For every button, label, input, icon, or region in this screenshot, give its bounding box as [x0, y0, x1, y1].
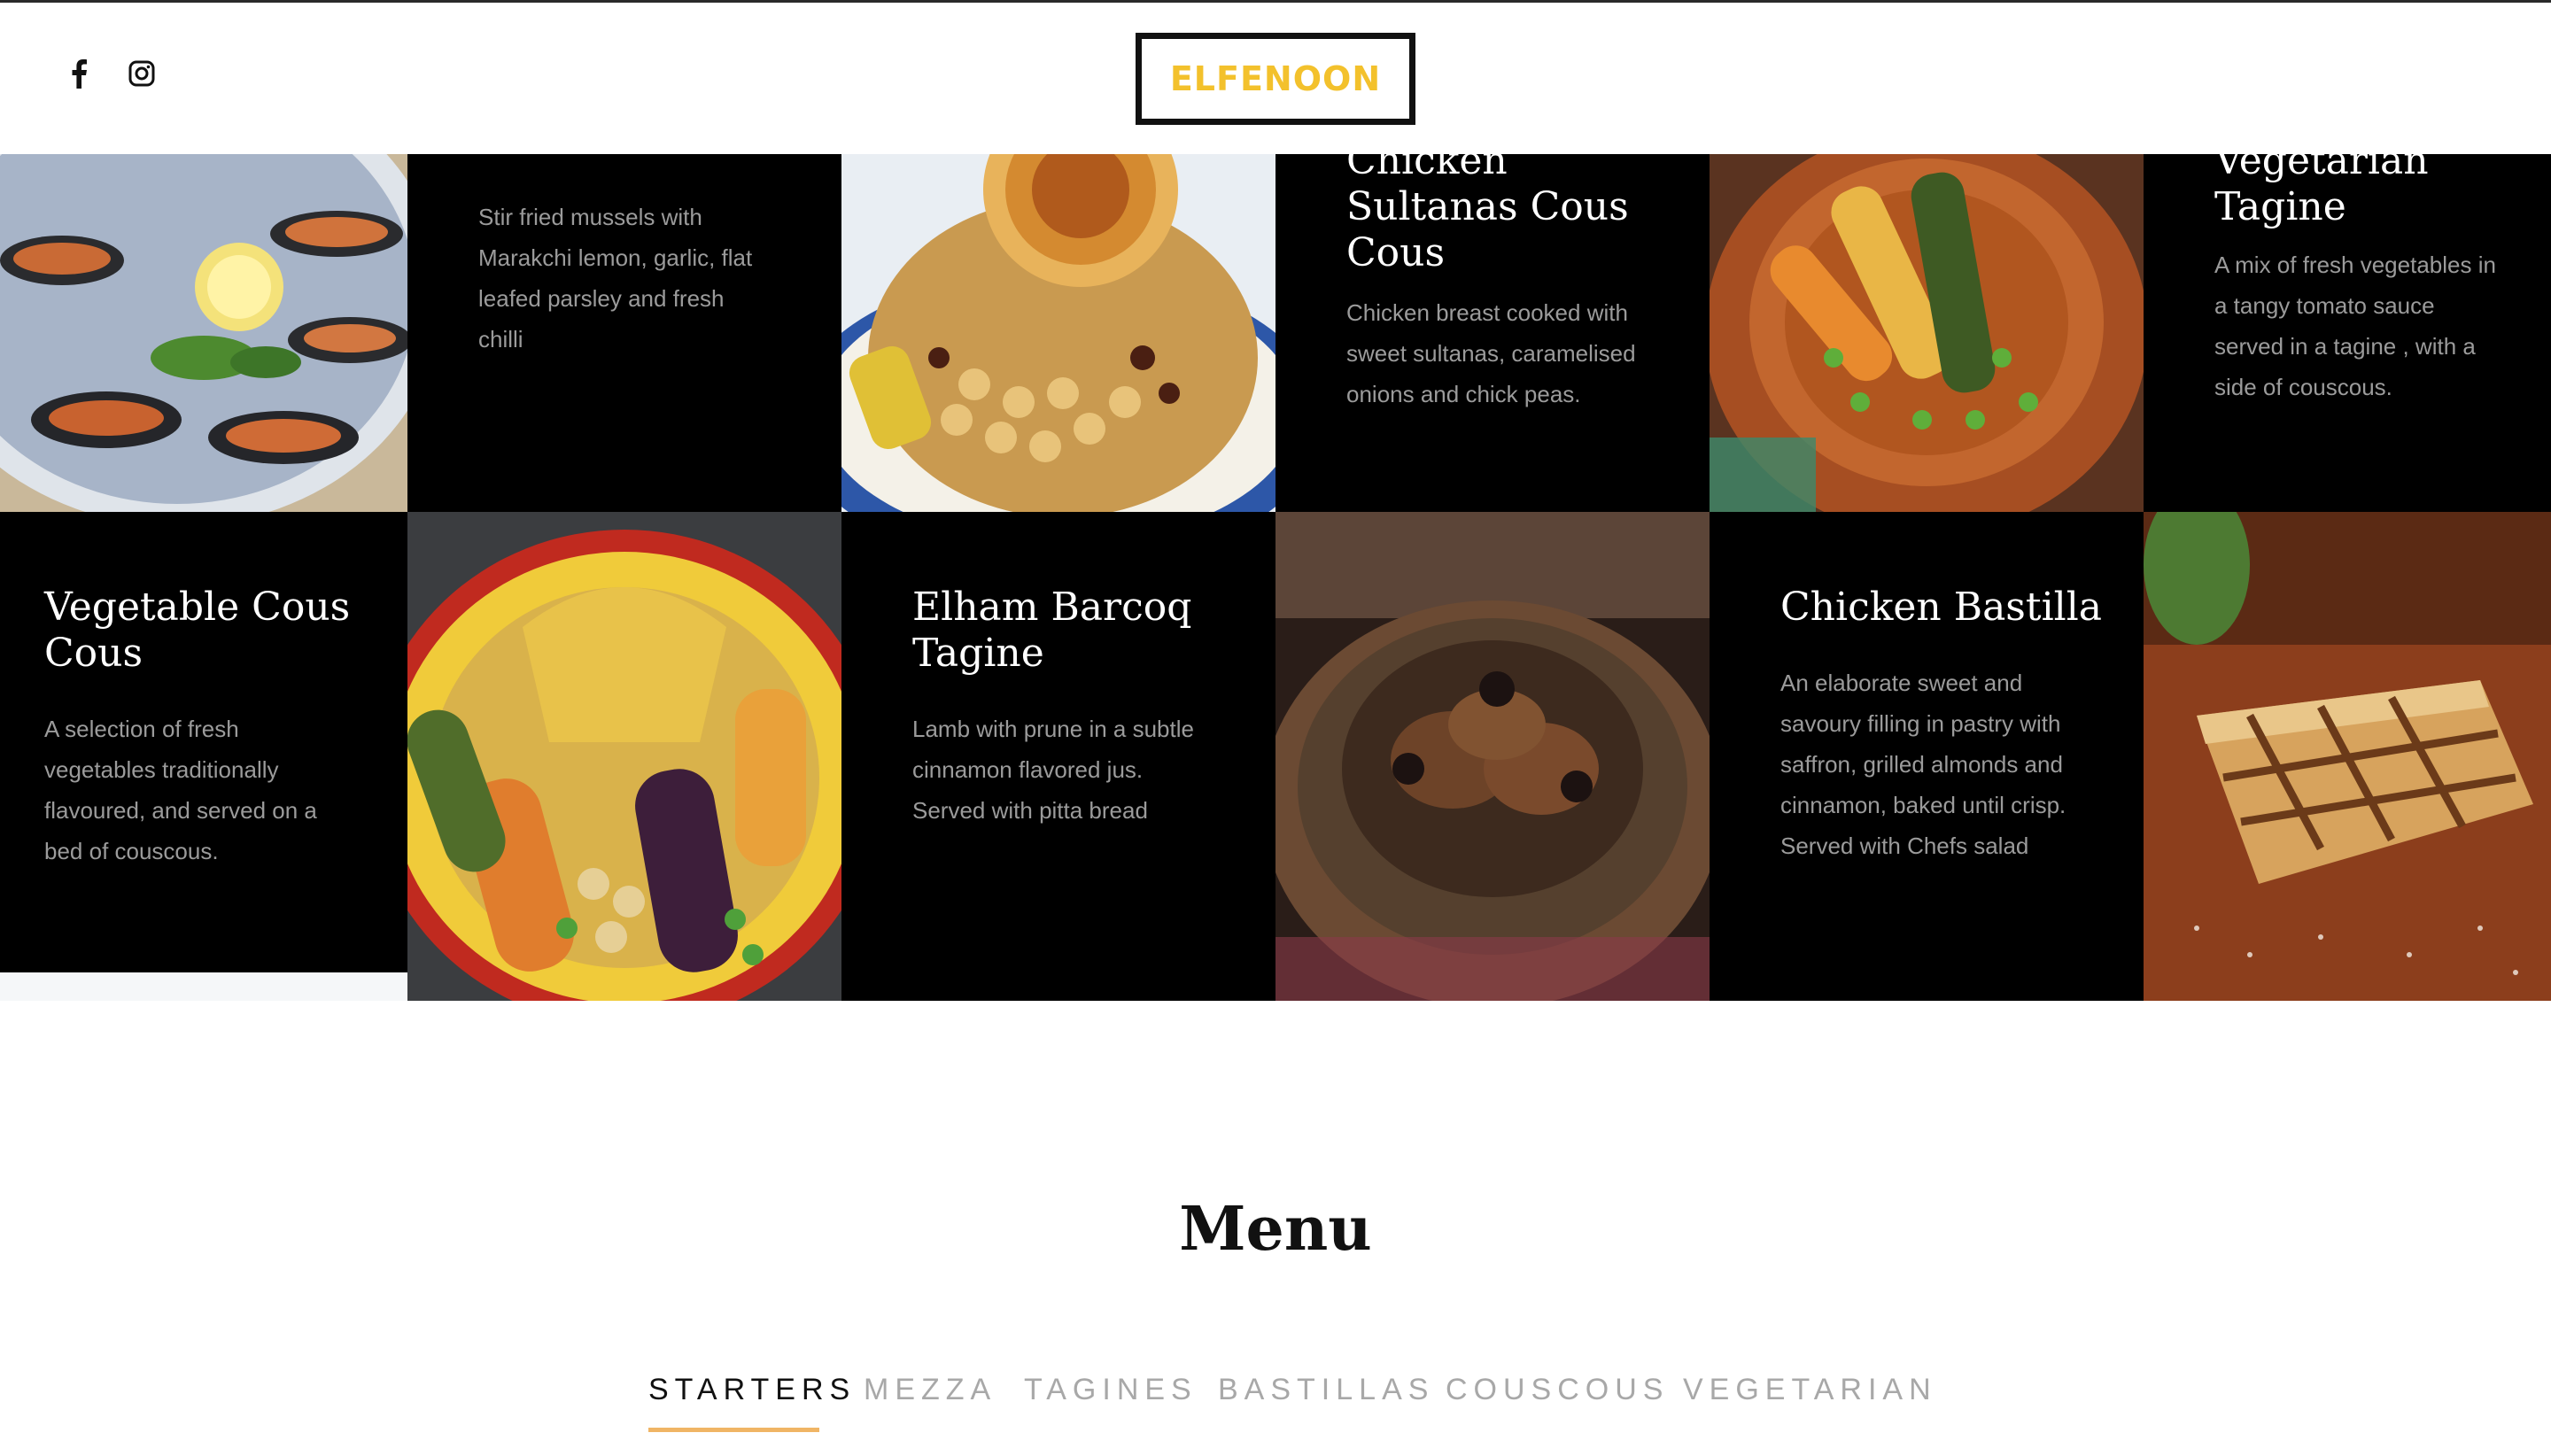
site-header: ELFENOON — [0, 3, 2551, 154]
logo-text: ELFENOON — [1169, 59, 1382, 98]
facebook-icon — [72, 59, 87, 89]
dish-photo-chicken-sultanas — [841, 154, 1276, 512]
tab-vegetarian[interactable]: VEGETARIAN — [1683, 1373, 1937, 1407]
tab-starters[interactable]: STARTERS — [648, 1373, 856, 1407]
dish-photo-chicken-bastilla — [2144, 512, 2551, 1001]
active-tab-underline — [648, 1428, 819, 1432]
brand-logo[interactable]: ELFENOON — [1136, 33, 1415, 125]
dish-card-vegetable-cous-cous[interactable]: Vegetable Cous Cous A selection of fresh… — [0, 512, 407, 972]
tab-tagines[interactable]: TAGINES — [1024, 1373, 1198, 1407]
menu-section-title: Menu — [1179, 1194, 1372, 1265]
dish-title: Chicken Sultanas Cous Cous — [1346, 154, 1629, 275]
dish-description: An elaborate sweet and savoury filling i… — [1780, 670, 2066, 859]
dish-photo-vegetable-cous-cous — [407, 512, 841, 1001]
dish-title: Mussels — [478, 154, 639, 161]
instagram-icon — [128, 60, 155, 87]
dish-description: A selection of fresh vegetables traditio… — [44, 716, 317, 864]
dish-description: Stir fried mussels with Marakchi lemon, … — [478, 204, 753, 352]
dish-title: Khadra Vegetarian Tagine — [2214, 154, 2429, 229]
facebook-link[interactable] — [63, 58, 95, 89]
dish-title: Chicken Bastilla — [1780, 585, 2103, 630]
dish-description: A mix of fresh vegetables in a tangy tom… — [2214, 252, 2496, 400]
dish-card-elham-barcoq-tagine[interactable]: Elham Barcoq Tagine Lamb with prune in a… — [841, 512, 1276, 1001]
tab-bastillas[interactable]: BASTILLAS — [1218, 1373, 1434, 1407]
dish-card-chicken-sultanas[interactable]: Chicken Sultanas Cous Cous Chicken breas… — [1276, 154, 1710, 512]
dish-photo-elham-barcoq-tagine — [1276, 512, 1710, 1001]
dish-grid: Mussels Stir fried mussels with Marakchi… — [0, 154, 2551, 1001]
grid-gap — [0, 972, 407, 1001]
dish-title: Elham Barcoq Tagine — [912, 585, 1192, 676]
dish-card-mussels[interactable]: Mussels Stir fried mussels with Marakchi… — [407, 154, 841, 512]
tab-mezza[interactable]: MEZZA — [864, 1373, 996, 1407]
dish-description: Chicken breast cooked with sweet sultana… — [1346, 299, 1636, 407]
dish-photo-vegetarian-tagine — [1710, 154, 2144, 512]
instagram-link[interactable] — [126, 58, 158, 89]
dish-photo-mussels — [0, 154, 407, 512]
dish-title: Vegetable Cous Cous — [44, 585, 351, 676]
dish-description: Lamb with prune in a subtle cinnamon fla… — [912, 716, 1194, 824]
dish-card-vegetarian-tagine[interactable]: Khadra Vegetarian Tagine A mix of fresh … — [2144, 154, 2551, 512]
dish-card-chicken-bastilla[interactable]: Chicken Bastilla An elaborate sweet and … — [1710, 512, 2144, 1001]
tab-couscous[interactable]: COUSCOUS — [1446, 1373, 1669, 1407]
